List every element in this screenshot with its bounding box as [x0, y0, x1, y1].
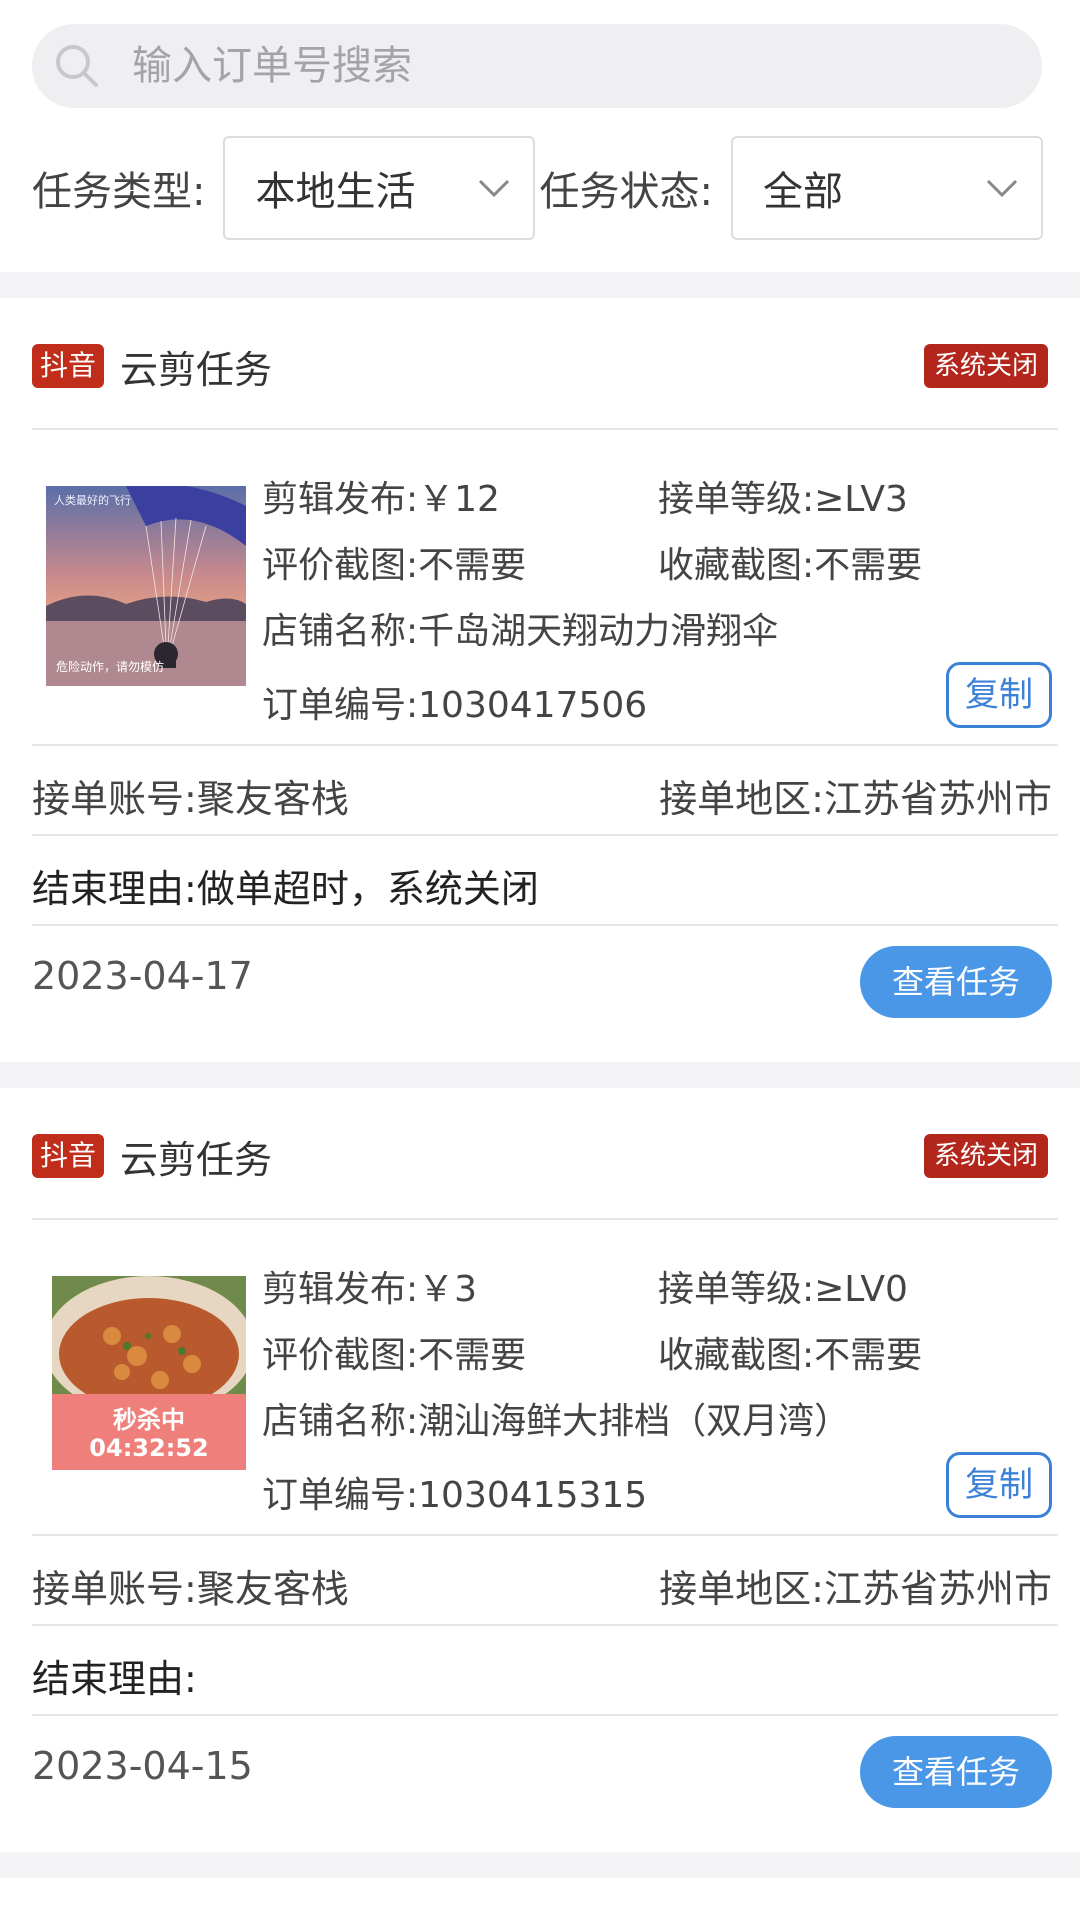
- copy-button[interactable]: 复制: [946, 1452, 1052, 1518]
- order-no-value[interactable]: 1030415315: [418, 1475, 647, 1516]
- fav-shot-field: 收藏截图:不需要: [658, 536, 922, 588]
- level-label: 接单等级:: [658, 479, 815, 520]
- platform-tag: 抖音: [32, 344, 105, 388]
- search-bar[interactable]: [32, 24, 1042, 108]
- order-card: [0, 1878, 1080, 1920]
- fav-shot-label: 收藏截图:: [658, 545, 815, 586]
- fav-shot-value: 不需要: [814, 545, 923, 586]
- divider: [32, 1534, 1058, 1536]
- order-no-label: 订单编号:: [262, 1475, 419, 1516]
- divider: [32, 744, 1058, 746]
- divider: [32, 428, 1058, 430]
- shop-label: 店铺名称:: [262, 1401, 419, 1442]
- level-field: 接单等级:≥LV3: [658, 470, 908, 522]
- region-field: 接单地区:江苏省苏州市: [659, 768, 1052, 823]
- task-type-select[interactable]: 本地生活: [223, 136, 536, 240]
- search-input[interactable]: [132, 43, 932, 89]
- account-value: 聚友客栈: [196, 777, 349, 821]
- end-reason-label: 结束理由:: [32, 1657, 197, 1701]
- order-date: 2023-04-15: [32, 1744, 253, 1788]
- order-date: 2023-04-17: [32, 954, 253, 998]
- end-reason-value: 做单超时，系统关闭: [196, 867, 539, 911]
- account-value: 聚友客栈: [196, 1567, 349, 1611]
- edit-publish-field: 剪辑发布:￥3: [262, 1260, 477, 1312]
- copy-button[interactable]: 复制: [946, 662, 1052, 728]
- fav-shot-value: 不需要: [814, 1335, 923, 1376]
- card-header: 抖音 云剪任务 系统关闭: [32, 1128, 1048, 1184]
- status-badge: 系统关闭: [923, 1134, 1048, 1178]
- edit-publish-label: 剪辑发布:: [262, 479, 419, 520]
- region-field: 接单地区:江苏省苏州市: [659, 1558, 1052, 1613]
- review-shot-value: 不需要: [418, 545, 527, 586]
- order-no-field: 订单编号:1030417506: [262, 676, 647, 728]
- account-label: 接单账号:: [32, 777, 197, 821]
- region-value: 江苏省苏州市: [823, 1567, 1052, 1611]
- level-field: 接单等级:≥LV0: [658, 1260, 908, 1312]
- order-card: 抖音 云剪任务 系统关闭 秒杀中 04:32:52 剪辑发布:￥3 接单等级:≥…: [0, 1088, 1080, 1852]
- fav-shot-field: 收藏截图:不需要: [658, 1326, 922, 1378]
- task-thumbnail[interactable]: 秒杀中 04:32:52: [52, 1276, 246, 1470]
- order-no-field: 订单编号:1030415315: [262, 1466, 647, 1518]
- order-no-value[interactable]: 1030417506: [418, 685, 647, 726]
- filter-row: 任务类型: 本地生活 任务状态: 全部: [32, 136, 1052, 240]
- divider: [32, 924, 1058, 926]
- task-title: 云剪任务: [120, 347, 273, 392]
- flash-sale-timer: 04:32:52: [89, 1434, 209, 1462]
- shop-name: 千岛湖天翔动力滑翔伞: [418, 611, 779, 652]
- edit-publish-field: 剪辑发布:￥12: [262, 470, 500, 522]
- flash-sale-label: 秒杀中: [113, 1406, 185, 1434]
- order-no-label: 订单编号:: [262, 685, 419, 726]
- edit-publish-label: 剪辑发布:: [262, 1269, 419, 1310]
- chevron-down-icon: [985, 177, 1019, 199]
- shop-name: 潮汕海鲜大排档（双月湾）: [418, 1401, 851, 1442]
- end-reason-field: 结束理由:: [32, 1648, 197, 1703]
- view-task-button[interactable]: 查看任务: [860, 1736, 1052, 1808]
- thumbnail-caption: 人类最好的飞行: [54, 494, 131, 507]
- divider: [32, 1714, 1058, 1716]
- account-field: 接单账号:聚友客栈: [32, 1558, 349, 1613]
- level-value: ≥LV3: [814, 479, 908, 520]
- filter-header: 任务类型: 本地生活 任务状态: 全部: [0, 0, 1080, 272]
- account-label: 接单账号:: [32, 1567, 197, 1611]
- account-field: 接单账号:聚友客栈: [32, 768, 349, 823]
- task-type-value: 本地生活: [255, 169, 416, 215]
- view-task-button[interactable]: 查看任务: [860, 946, 1052, 1018]
- divider: [32, 1218, 1058, 1220]
- review-shot-value: 不需要: [418, 1335, 527, 1376]
- review-shot-field: 评价截图:不需要: [262, 536, 526, 588]
- shop-label: 店铺名称:: [262, 611, 419, 652]
- thumbnail-overlay-text: 危险动作，请勿模仿: [56, 660, 165, 674]
- task-thumbnail[interactable]: 人类最好的飞行 危险动作，请勿模仿: [46, 486, 246, 686]
- shop-field: 店铺名称:潮汕海鲜大排档（双月湾）: [262, 1392, 850, 1444]
- divider: [32, 1624, 1058, 1626]
- chevron-down-icon: [477, 177, 511, 199]
- review-shot-label: 评价截图:: [262, 1335, 419, 1376]
- order-card: 抖音 云剪任务 系统关闭 人类最好的飞行 危险动作，请勿模仿 剪辑发布:￥12 …: [0, 298, 1080, 1062]
- search-icon: [54, 43, 100, 89]
- fav-shot-label: 收藏截图:: [658, 1335, 815, 1376]
- region-label: 接单地区:: [659, 1567, 824, 1611]
- end-reason-field: 结束理由:做单超时，系统关闭: [32, 858, 539, 913]
- task-title: 云剪任务: [120, 1137, 273, 1182]
- level-value: ≥LV0: [814, 1269, 908, 1310]
- region-value: 江苏省苏州市: [823, 777, 1052, 821]
- edit-publish-price: ￥12: [418, 479, 500, 520]
- end-reason-label: 结束理由:: [32, 867, 197, 911]
- card-header: 抖音 云剪任务 系统关闭: [32, 338, 1048, 394]
- task-status-value: 全部: [762, 169, 843, 215]
- shop-field: 店铺名称:千岛湖天翔动力滑翔伞: [262, 602, 778, 654]
- status-badge: 系统关闭: [923, 344, 1048, 388]
- review-shot-field: 评价截图:不需要: [262, 1326, 526, 1378]
- task-type-label: 任务类型:: [32, 169, 206, 215]
- edit-publish-price: ￥3: [418, 1269, 478, 1310]
- region-label: 接单地区:: [659, 777, 824, 821]
- task-status-select[interactable]: 全部: [730, 136, 1043, 240]
- level-label: 接单等级:: [658, 1269, 815, 1310]
- review-shot-label: 评价截图:: [262, 545, 419, 586]
- platform-tag: 抖音: [32, 1134, 105, 1178]
- task-status-label: 任务状态:: [539, 169, 713, 215]
- divider: [32, 834, 1058, 836]
